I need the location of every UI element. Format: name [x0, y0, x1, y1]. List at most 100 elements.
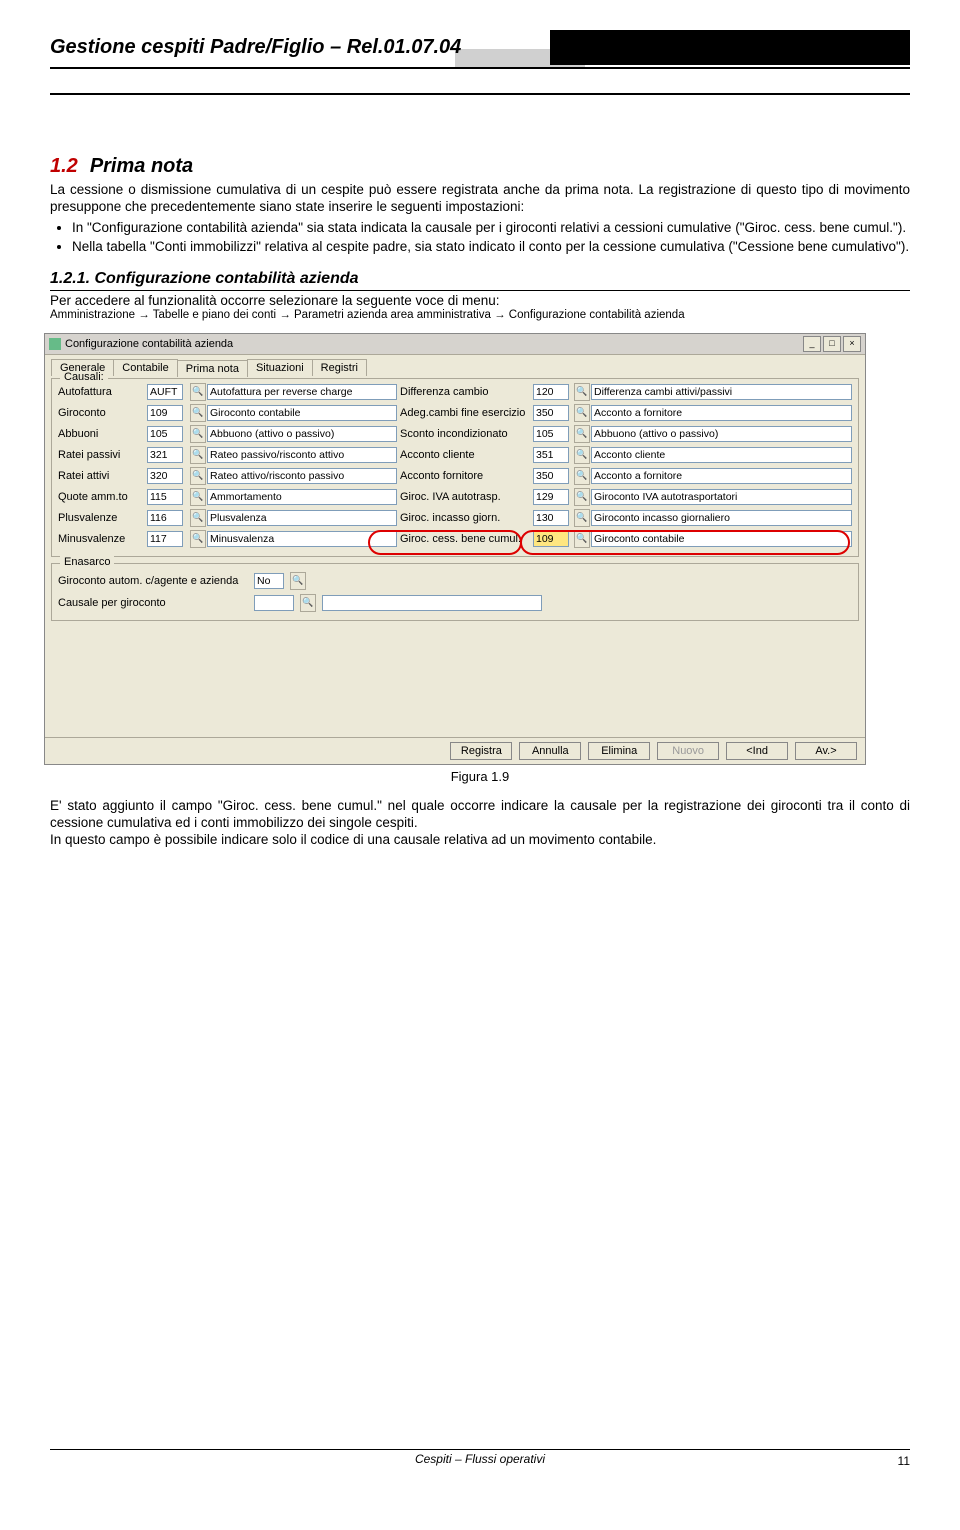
- row-label-2: Acconto cliente: [400, 449, 530, 461]
- button-bar: Registra Annulla Elimina Nuovo <Ind Av.>: [45, 737, 865, 764]
- row-label-2: Sconto incondizionato: [400, 428, 530, 440]
- tab-contabile[interactable]: Contabile: [113, 359, 177, 376]
- btn-annulla[interactable]: Annulla: [519, 742, 581, 760]
- lookup-icon[interactable]: 🔍: [190, 383, 206, 401]
- row-desc-2[interactable]: [591, 384, 852, 400]
- lookup-icon[interactable]: 🔍: [190, 467, 206, 485]
- row-code[interactable]: [147, 426, 183, 442]
- row-code[interactable]: [147, 384, 183, 400]
- lookup-icon[interactable]: 🔍: [190, 446, 206, 464]
- tab-registri[interactable]: Registri: [312, 359, 367, 376]
- lookup-giroconto-autom[interactable]: 🔍: [290, 572, 306, 590]
- row-label: Giroconto: [58, 407, 144, 419]
- row-desc-2[interactable]: [591, 426, 852, 442]
- tab-prima-nota[interactable]: Prima nota: [177, 360, 248, 377]
- row-code-2[interactable]: [533, 468, 569, 484]
- input-causale-giroconto[interactable]: [254, 595, 294, 611]
- row-desc-2[interactable]: [591, 447, 852, 463]
- row-label: Ratei attivi: [58, 470, 144, 482]
- lookup-icon[interactable]: 🔍: [574, 404, 590, 422]
- row-code-2[interactable]: [533, 447, 569, 463]
- window-titlebar: Configurazione contabilità azienda _ □ ×: [45, 334, 865, 355]
- lookup-icon[interactable]: 🔍: [190, 404, 206, 422]
- lookup-icon[interactable]: 🔍: [574, 509, 590, 527]
- highlight-circle-right: [520, 530, 850, 555]
- btn-next[interactable]: Av.>: [795, 742, 857, 760]
- bullet-2: Nella tabella "Conti immobilizzi" relati…: [72, 239, 910, 256]
- bullet-1: In "Configurazione contabilità azienda" …: [72, 220, 910, 237]
- lookup-icon[interactable]: 🔍: [190, 509, 206, 527]
- row-code[interactable]: [147, 447, 183, 463]
- tab-bar: Generale Contabile Prima nota Situazioni…: [45, 355, 865, 376]
- row-desc[interactable]: [207, 426, 397, 442]
- lookup-icon[interactable]: 🔍: [190, 425, 206, 443]
- fieldset-causali-legend: Causali:: [60, 371, 108, 383]
- fieldset-enasarco: Enasarco Giroconto autom. c/agente e azi…: [51, 563, 859, 621]
- row-desc[interactable]: [207, 468, 397, 484]
- row-desc[interactable]: [207, 510, 397, 526]
- row-desc[interactable]: [207, 489, 397, 505]
- input-causale-giroconto-desc[interactable]: [322, 595, 542, 611]
- row-desc[interactable]: [207, 447, 397, 463]
- btn-nuovo[interactable]: Nuovo: [657, 742, 719, 760]
- row-code[interactable]: [147, 468, 183, 484]
- label-giroconto-autom: Giroconto autom. c/agente e azienda: [58, 575, 248, 587]
- row-desc-2[interactable]: [591, 489, 852, 505]
- app-icon: [49, 338, 61, 350]
- lookup-causale-giroconto[interactable]: 🔍: [300, 594, 316, 612]
- row-label: Plusvalenze: [58, 512, 144, 524]
- input-giroconto-autom[interactable]: [254, 573, 284, 589]
- screenshot-window: Configurazione contabilità azienda _ □ ×…: [44, 333, 866, 765]
- row-label-2: Giroc. incasso giorn.: [400, 512, 530, 524]
- para-after-fig-1: E' stato aggiunto il campo "Giroc. cess.…: [50, 798, 910, 832]
- row-code[interactable]: [147, 510, 183, 526]
- row-code-2[interactable]: [533, 384, 569, 400]
- lookup-icon[interactable]: 🔍: [190, 488, 206, 506]
- row-label: Minusvalenze: [58, 533, 144, 545]
- btn-registra[interactable]: Registra: [450, 742, 512, 760]
- row-code-2[interactable]: [533, 426, 569, 442]
- figure-caption: Figura 1.9: [50, 769, 910, 784]
- lookup-icon[interactable]: 🔍: [574, 446, 590, 464]
- lookup-icon[interactable]: 🔍: [574, 467, 590, 485]
- lookup-icon[interactable]: 🔍: [190, 530, 206, 548]
- fieldset-causali: Causali: Autofattura🔍Differenza cambio🔍G…: [51, 378, 859, 557]
- lookup-icon[interactable]: 🔍: [574, 488, 590, 506]
- highlight-circle-left: [368, 530, 522, 555]
- row-label: Ratei passivi: [58, 449, 144, 461]
- header-black-band: [550, 30, 910, 65]
- row-code-2[interactable]: [533, 510, 569, 526]
- page-number: 11: [898, 1454, 910, 1468]
- para-after-fig-2: In questo campo è possibile indicare sol…: [50, 832, 910, 849]
- close-button[interactable]: ×: [843, 336, 861, 352]
- lookup-icon[interactable]: 🔍: [574, 383, 590, 401]
- row-label: Quote amm.to: [58, 491, 144, 503]
- label-causale-giroconto: Causale per giroconto: [58, 597, 248, 609]
- row-code[interactable]: [147, 405, 183, 421]
- fieldset-enasarco-legend: Enasarco: [60, 556, 114, 568]
- row-code-2[interactable]: [533, 405, 569, 421]
- row-desc-2[interactable]: [591, 510, 852, 526]
- row-desc[interactable]: [207, 405, 397, 421]
- tab-situazioni[interactable]: Situazioni: [247, 359, 313, 376]
- para-menu-intro: Per accedere al funzionalità occorre sel…: [50, 293, 910, 310]
- lookup-icon[interactable]: 🔍: [574, 425, 590, 443]
- row-desc-2[interactable]: [591, 468, 852, 484]
- row-code-2[interactable]: [533, 489, 569, 505]
- page-header-title: Gestione cespiti Padre/Figlio – Rel.01.0…: [50, 30, 550, 65]
- minimize-button[interactable]: _: [803, 336, 821, 352]
- btn-prev[interactable]: <Ind: [726, 742, 788, 760]
- row-desc[interactable]: [207, 384, 397, 400]
- btn-elimina[interactable]: Elimina: [588, 742, 650, 760]
- section-heading: 1.2Prima nota: [50, 155, 910, 178]
- window-title: Configurazione contabilità azienda: [65, 338, 233, 350]
- maximize-button[interactable]: □: [823, 336, 841, 352]
- row-label: Autofattura: [58, 386, 144, 398]
- row-desc-2[interactable]: [591, 405, 852, 421]
- row-label-2: Giroc. IVA autotrasp.: [400, 491, 530, 503]
- row-code[interactable]: [147, 531, 183, 547]
- para-intro: La cessione o dismissione cumulativa di …: [50, 182, 910, 216]
- row-label-2: Adeg.cambi fine esercizio: [400, 407, 530, 419]
- row-code[interactable]: [147, 489, 183, 505]
- footer-title: Cespiti – Flussi operativi: [50, 1449, 910, 1466]
